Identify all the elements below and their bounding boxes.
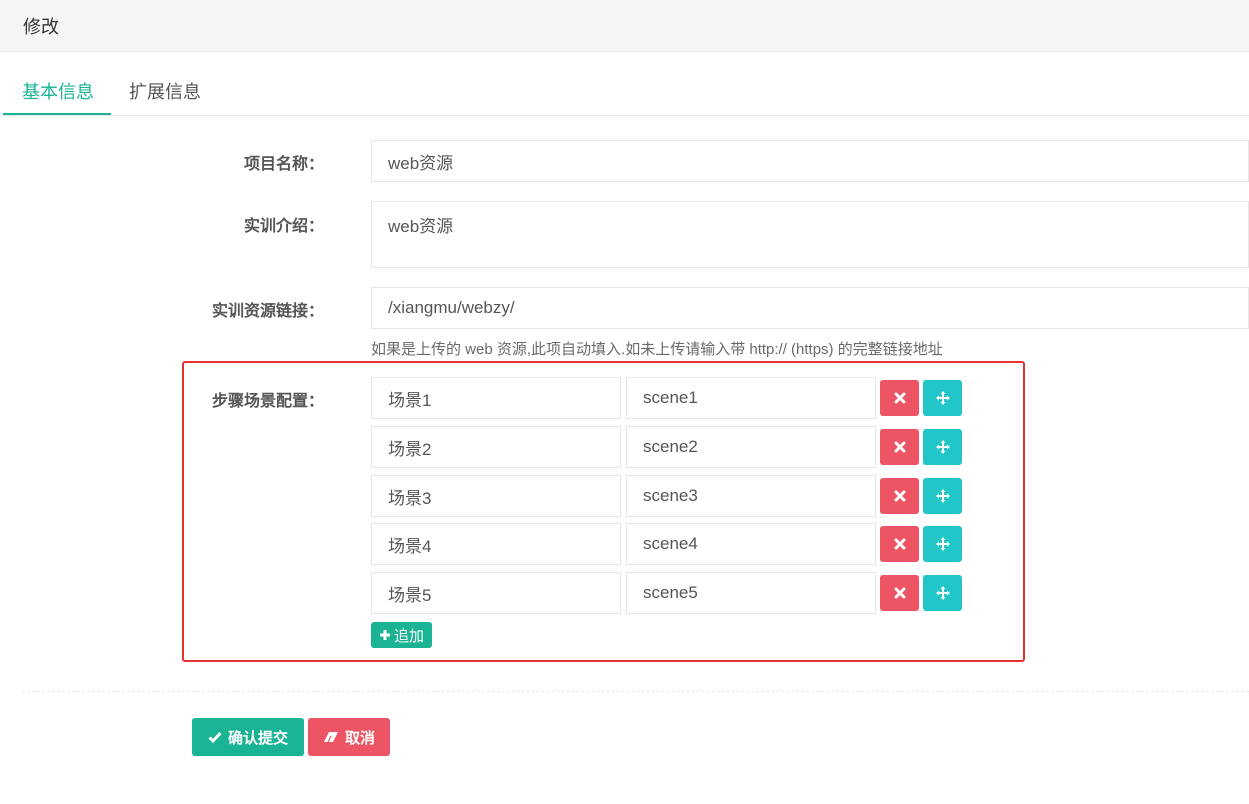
arrows-move-icon [935, 391, 950, 405]
times-icon [894, 490, 905, 502]
link-input[interactable]: /xiangmu/webzy/ [371, 287, 1249, 329]
scene-name-input[interactable]: 场景5 [371, 572, 621, 614]
tab-bar: 基本信息 扩展信息 [0, 52, 1249, 116]
project-name-label: 项目名称： [243, 156, 324, 173]
scene-name-input[interactable]: 场景2 [371, 426, 621, 468]
scene-key-input[interactable]: scene1 [626, 377, 876, 419]
submit-label: 确认提交 [227, 729, 288, 747]
plus-icon [379, 630, 390, 640]
move-scene-button[interactable] [923, 380, 962, 416]
times-icon [894, 441, 905, 453]
times-icon [894, 392, 905, 404]
add-scene-label: 追加 [393, 627, 424, 645]
times-icon [894, 587, 905, 599]
submit-button[interactable]: 确认提交 [192, 718, 304, 756]
scene-name-input[interactable]: 场景3 [371, 475, 621, 517]
add-scene-button[interactable]: 追加 [371, 622, 432, 648]
move-scene-button[interactable] [923, 429, 962, 465]
scene-key-input[interactable]: scene2 [626, 426, 876, 468]
delete-scene-button[interactable] [880, 429, 919, 465]
cancel-button[interactable]: 取消 [308, 718, 390, 756]
page-title: 修改 [23, 17, 59, 37]
arrows-move-icon [935, 586, 950, 600]
delete-scene-button[interactable] [880, 478, 919, 514]
tab-basic-info[interactable]: 基本信息 [22, 78, 94, 104]
move-scene-button[interactable] [923, 478, 962, 514]
arrows-move-icon [935, 489, 950, 503]
move-scene-button[interactable] [923, 526, 962, 562]
active-tab-indicator [3, 113, 111, 115]
scene-key-input[interactable]: scene3 [626, 475, 876, 517]
link-help-text: 如果是上传的 web 资源,此项自动填入.如未上传请输入带 http:// (h… [371, 341, 943, 358]
scene-name-input[interactable]: 场景1 [371, 377, 621, 419]
form-divider [22, 691, 1249, 692]
scene-key-input[interactable]: scene4 [626, 523, 876, 565]
page-header: 修改 [0, 0, 1249, 52]
scene-name-input[interactable]: 场景4 [371, 523, 621, 565]
arrows-move-icon [935, 537, 950, 551]
delete-scene-button[interactable] [880, 380, 919, 416]
link-label: 实训资源链接： [211, 303, 324, 320]
intro-textarea[interactable]: web资源 [371, 201, 1249, 268]
scene-config-label: 步骤场景配置： [211, 393, 324, 410]
times-icon [894, 538, 905, 550]
scene-key-input[interactable]: scene5 [626, 572, 876, 614]
eraser-icon [323, 732, 338, 743]
cancel-label: 取消 [344, 729, 375, 747]
arrows-move-icon [935, 440, 950, 454]
move-scene-button[interactable] [923, 575, 962, 611]
intro-label: 实训介绍： [243, 218, 324, 235]
tab-extended-info[interactable]: 扩展信息 [129, 78, 201, 104]
check-icon [208, 731, 222, 743]
project-name-input[interactable]: web资源 [371, 140, 1249, 182]
delete-scene-button[interactable] [880, 575, 919, 611]
delete-scene-button[interactable] [880, 526, 919, 562]
